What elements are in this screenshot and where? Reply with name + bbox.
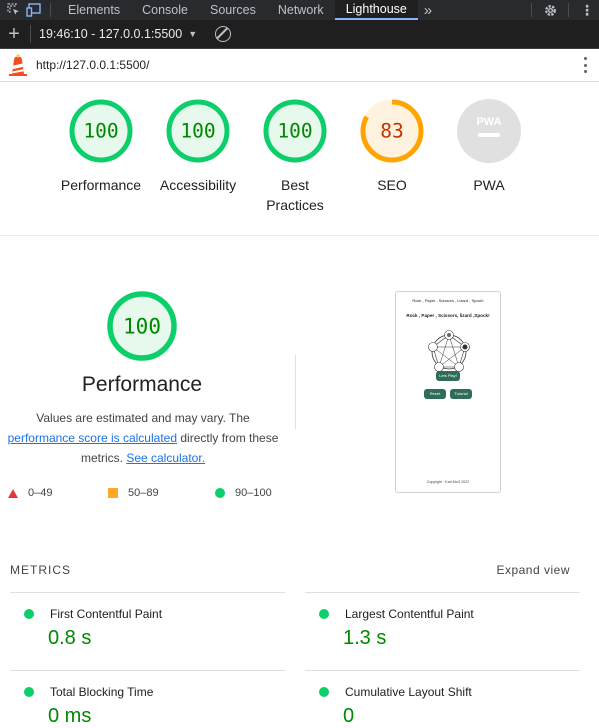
pwa-badge-icon: PWA [476, 116, 501, 128]
devtools-tabbar: Elements Console Sources Network Lightho… [0, 0, 599, 20]
final-screenshot[interactable]: Rock , Paper , Scissors , Lizard , Spock… [395, 291, 501, 493]
pass-dot-icon [319, 609, 329, 619]
gauge-best-practices[interactable]: 100 Best Practices [240, 97, 350, 215]
gauge-score: 83 [380, 120, 403, 143]
gauge-label: Best Practices [266, 177, 324, 213]
gauge-score: 100 [180, 120, 215, 143]
gauge-score: 100 [277, 120, 312, 143]
section-divider [295, 355, 296, 429]
screenshot-reset-button: Reset [424, 389, 446, 399]
legend-item-average: 50–89 [108, 487, 159, 499]
performance-section: 100 Performance Values are estimated and… [0, 237, 599, 557]
screenshot-play-button: Lets Play! [436, 371, 460, 381]
legend-range: 90–100 [235, 487, 272, 499]
performance-big-gauge: 100 [107, 291, 177, 361]
tab-separator [531, 3, 532, 17]
gauge-seo[interactable]: 83 SEO [337, 97, 447, 195]
triangle-icon [8, 488, 18, 498]
tabbar-actions: ⋮ [525, 0, 599, 20]
new-report-icon[interactable]: + [0, 23, 28, 46]
device-toolbar-icon[interactable] [24, 0, 44, 20]
metric-first-contentful-paint: First Contentful Paint 0.8 s [10, 592, 285, 650]
category-gauges: 100 Performance 100 Accessibility 100 Be… [0, 83, 599, 236]
gauge-label: PWA [473, 177, 505, 193]
metric-label: First Contentful Paint [50, 607, 163, 621]
description-text: Values are estimated and may vary. The [36, 411, 250, 425]
expand-view-toggle[interactable]: Expand view [496, 563, 570, 577]
metric-largest-contentful-paint: Largest Contentful Paint 1.3 s [305, 592, 580, 650]
screenshot-title: Rock , Paper , Scissors, lizard ,Spock! [406, 313, 490, 318]
square-icon [108, 488, 118, 498]
caret-down-icon: ▼ [188, 29, 198, 39]
tab-sources[interactable]: Sources [199, 0, 267, 20]
tab-lighthouse[interactable]: Lighthouse [334, 0, 418, 20]
performance-big-score: 100 [123, 315, 161, 339]
report-menu-icon[interactable] [583, 57, 587, 73]
tab-separator [568, 3, 569, 17]
legend-range: 50–89 [128, 487, 159, 499]
screenshot-heading: Rock , Paper , Scissors , Lizard , Spock… [412, 298, 484, 303]
metric-value: 0 ms [48, 705, 92, 727]
score-calculated-link[interactable]: performance score is calculated [8, 431, 177, 445]
metric-cumulative-layout-shift: Cumulative Layout Shift 0 [305, 670, 580, 728]
lighthouse-logo-icon [0, 54, 36, 76]
tab-console[interactable]: Console [131, 0, 199, 20]
gauge-pwa[interactable]: PWA PWA [434, 97, 544, 195]
pass-dot-icon [24, 609, 34, 619]
metric-total-blocking-time: Total Blocking Time 0 ms [10, 670, 285, 728]
pwa-dash-icon [478, 133, 500, 137]
gauge-accessibility[interactable]: 100 Accessibility [143, 97, 253, 195]
circle-icon [215, 488, 225, 498]
game-diagram-icon [428, 330, 470, 372]
double-chevron-right-icon[interactable]: » [418, 0, 438, 20]
pass-dot-icon [24, 687, 34, 697]
report-urlbar: http://127.0.0.1:5500/ [0, 49, 599, 82]
gauge-label: Performance [60, 177, 142, 193]
see-calculator-link[interactable]: See calculator. [126, 451, 205, 465]
gauge-performance[interactable]: 100 Performance [46, 97, 156, 195]
toolbar-separator [30, 25, 31, 43]
kebab-menu-icon[interactable]: ⋮ [575, 0, 599, 20]
metric-value: 0 [343, 705, 355, 727]
metric-label: Total Blocking Time [50, 685, 154, 699]
pass-dot-icon [319, 687, 329, 697]
gauge-label: Accessibility [159, 177, 237, 193]
report-selector[interactable]: 19:46:10 - 127.0.0.1:5500 ▼ [39, 27, 197, 41]
legend-range: 0–49 [28, 487, 53, 499]
metric-label: Cumulative Layout Shift [345, 685, 472, 699]
tab-elements[interactable]: Elements [57, 0, 131, 20]
report-selector-label: 19:46:10 - 127.0.0.1:5500 [39, 27, 183, 41]
legend-item-pass: 90–100 [215, 487, 272, 499]
metric-value: 0.8 s [48, 627, 92, 649]
tab-separator [50, 3, 51, 17]
legend-item-fail: 0–49 [8, 487, 52, 499]
metric-label: Largest Contentful Paint [345, 607, 474, 621]
report-url[interactable]: http://127.0.0.1:5500/ [36, 58, 149, 72]
inspect-element-icon[interactable] [4, 0, 24, 20]
screenshot-footer: Copyright · Karl McG 2022 [426, 480, 470, 484]
performance-title: Performance [81, 373, 203, 396]
gauge-score: 100 [83, 120, 118, 143]
tab-network[interactable]: Network [267, 0, 335, 20]
metrics-header: METRICS Expand view [10, 563, 570, 577]
metric-value: 1.3 s [343, 627, 387, 649]
clear-reports-icon[interactable] [215, 26, 232, 42]
gauge-label: SEO [377, 177, 407, 193]
lighthouse-toolbar: + 19:46:10 - 127.0.0.1:5500 ▼ [0, 20, 599, 49]
metrics-title: METRICS [10, 563, 71, 577]
performance-description: Values are estimated and may vary. The p… [4, 408, 282, 468]
screenshot-tutorial-button: Tutorial [450, 389, 472, 399]
gear-icon[interactable] [538, 0, 562, 20]
